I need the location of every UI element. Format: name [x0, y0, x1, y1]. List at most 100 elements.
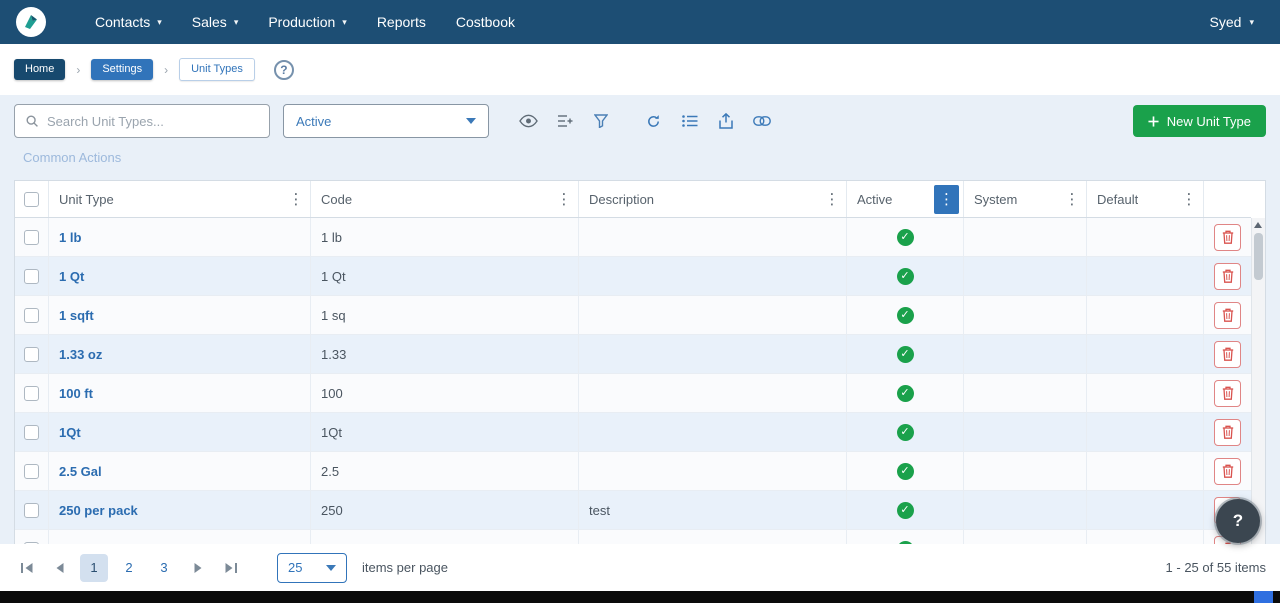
link-button[interactable]	[748, 108, 775, 135]
unit-type-link[interactable]: 1 lb	[59, 230, 81, 245]
row-checkbox-cell	[15, 491, 49, 529]
active-cell: ✓	[847, 374, 964, 412]
last-page-button[interactable]	[218, 555, 244, 581]
nav-item-label: Sales	[192, 14, 227, 30]
nav-item-label: Reports	[377, 14, 426, 30]
row-checkbox[interactable]	[24, 230, 39, 245]
delete-button[interactable]	[1214, 341, 1241, 368]
unit-type-link[interactable]: 1 Qt	[59, 269, 84, 284]
row-checkbox[interactable]	[24, 347, 39, 362]
page-button-3[interactable]: 3	[150, 554, 178, 582]
floating-help-button[interactable]: ?	[1216, 499, 1260, 543]
row-checkbox[interactable]	[24, 425, 39, 440]
default-cell	[1087, 413, 1204, 451]
next-page-button[interactable]	[185, 555, 211, 581]
unit-type-cell: 1 lb	[49, 218, 311, 256]
column-menu-icon[interactable]: ⋮	[1179, 186, 1199, 212]
unit-type-link[interactable]: 100 ft	[59, 386, 93, 401]
new-unit-type-button[interactable]: New Unit Type	[1133, 105, 1266, 137]
column-menu-icon[interactable]: ⋮	[286, 186, 306, 212]
delete-button[interactable]	[1214, 419, 1241, 446]
default-cell	[1087, 491, 1204, 529]
filter-icon	[594, 114, 608, 128]
page-size-dropdown[interactable]: 25	[277, 553, 347, 583]
page-range-label: 1 - 25 of 55 items	[1166, 560, 1266, 575]
unit-type-link[interactable]: 1Qt	[59, 425, 81, 440]
system-cell	[964, 452, 1087, 490]
first-page-button[interactable]	[14, 555, 40, 581]
user-menu[interactable]: Syed ▾	[1200, 14, 1264, 30]
active-cell: ✓	[847, 452, 964, 490]
nav-item-costbook[interactable]: Costbook	[441, 0, 530, 44]
filter-button[interactable]	[587, 108, 614, 135]
select-all-checkbox[interactable]	[24, 192, 39, 207]
vertical-scrollbar[interactable]	[1251, 218, 1265, 544]
breadcrumb-home[interactable]: Home	[14, 59, 65, 80]
description-cell: test	[579, 491, 847, 529]
export-button[interactable]	[712, 108, 739, 135]
help-icon[interactable]: ?	[274, 60, 294, 80]
system-cell	[964, 257, 1087, 295]
actions-cell	[1204, 218, 1251, 256]
code-cell: 100	[311, 374, 579, 412]
eye-icon	[519, 114, 538, 128]
unit-type-link[interactable]: 3 cu ft	[59, 542, 97, 545]
items-per-page-label: items per page	[362, 560, 448, 575]
unit-type-cell: 250 per pack	[49, 491, 311, 529]
column-menu-icon[interactable]: ⋮	[1062, 186, 1082, 212]
common-actions-toggle[interactable]: Common Actions	[23, 150, 121, 168]
active-check-badge: ✓	[897, 424, 914, 441]
page-button-1[interactable]: 1	[80, 554, 108, 582]
breadcrumb-unit-types[interactable]: Unit Types	[179, 58, 255, 81]
unit-type-cell: 2.5 Gal	[49, 452, 311, 490]
delete-button[interactable]	[1214, 380, 1241, 407]
column-settings-button[interactable]	[551, 108, 578, 135]
breadcrumb-settings[interactable]: Settings	[91, 59, 153, 80]
code-cell: 2.5	[311, 452, 579, 490]
scroll-up-icon[interactable]	[1254, 222, 1262, 228]
list-view-button[interactable]	[676, 108, 703, 135]
row-checkbox[interactable]	[24, 542, 39, 545]
new-unit-type-label: New Unit Type	[1167, 114, 1251, 129]
default-cell	[1087, 296, 1204, 334]
delete-button[interactable]	[1214, 458, 1241, 485]
unit-type-link[interactable]: 250 per pack	[59, 503, 138, 518]
column-menu-icon-active[interactable]: ⋮	[934, 185, 959, 214]
active-cell: ✓	[847, 335, 964, 373]
description-cell	[579, 530, 847, 544]
row-checkbox[interactable]	[24, 386, 39, 401]
header-code: Code ⋮	[311, 181, 579, 217]
active-check-badge: ✓	[897, 502, 914, 519]
description-cell	[579, 296, 847, 334]
delete-button[interactable]	[1214, 263, 1241, 290]
status-filter-dropdown[interactable]: Active	[283, 104, 489, 138]
unit-type-link[interactable]: 2.5 Gal	[59, 464, 102, 479]
delete-button[interactable]	[1214, 224, 1241, 251]
nav-item-contacts[interactable]: Contacts ▾	[80, 0, 177, 44]
trash-icon	[1222, 230, 1234, 244]
search-input[interactable]	[47, 114, 259, 129]
nav-item-label: Production	[268, 14, 335, 30]
refresh-button[interactable]	[640, 108, 667, 135]
visibility-button[interactable]	[515, 108, 542, 135]
row-checkbox[interactable]	[24, 503, 39, 518]
unit-types-table: Unit Type ⋮ Code ⋮ Description ⋮ Active …	[14, 180, 1266, 544]
page-button-2[interactable]: 2	[115, 554, 143, 582]
unit-type-link[interactable]: 1 sqft	[59, 308, 94, 323]
row-checkbox[interactable]	[24, 308, 39, 323]
row-checkbox[interactable]	[24, 269, 39, 284]
scrollbar-thumb[interactable]	[1254, 233, 1263, 280]
column-menu-icon[interactable]: ⋮	[822, 186, 842, 212]
active-check-badge: ✓	[897, 346, 914, 363]
nav-item-reports[interactable]: Reports	[362, 0, 441, 44]
system-cell	[964, 374, 1087, 412]
nav-item-sales[interactable]: Sales ▾	[177, 0, 254, 44]
actions-cell	[1204, 452, 1251, 490]
delete-button[interactable]	[1214, 302, 1241, 329]
previous-page-button[interactable]	[47, 555, 73, 581]
unit-type-link[interactable]: 1.33 oz	[59, 347, 102, 362]
row-checkbox[interactable]	[24, 464, 39, 479]
column-menu-icon[interactable]: ⋮	[554, 186, 574, 212]
app-logo[interactable]	[16, 7, 46, 37]
nav-item-production[interactable]: Production ▾	[253, 0, 361, 44]
